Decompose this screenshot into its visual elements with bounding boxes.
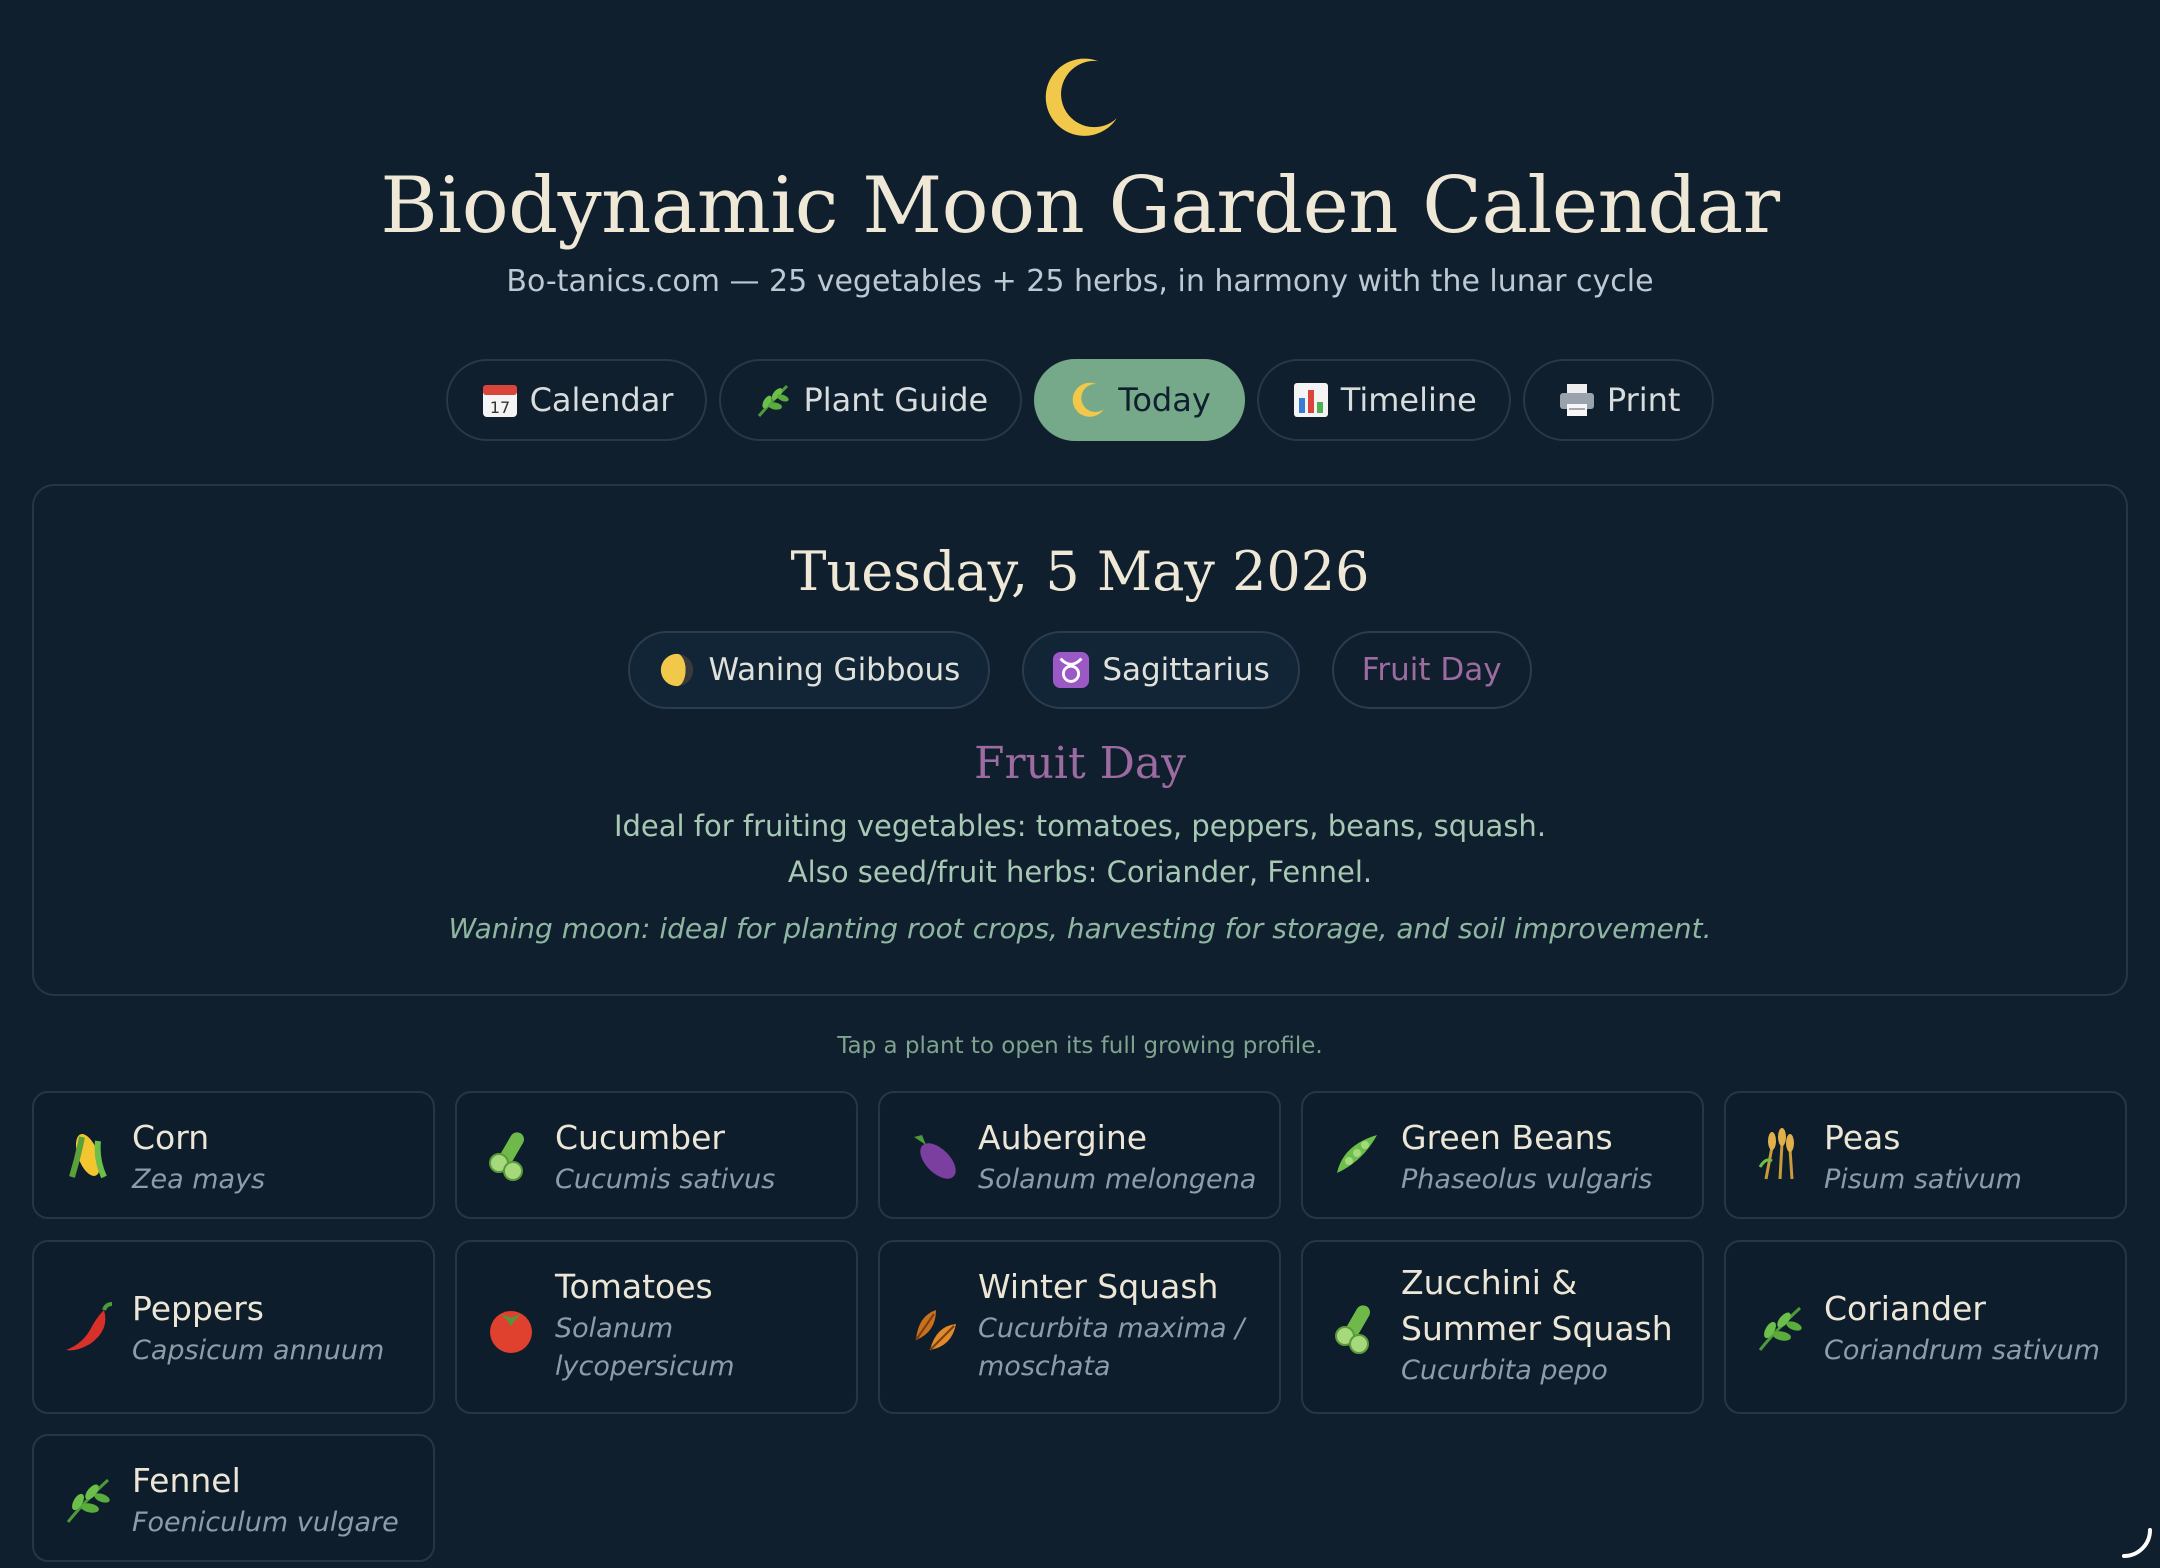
grain-sheaf-icon xyxy=(1752,1127,1808,1183)
plant-name: Aubergine xyxy=(978,1118,1148,1157)
bean-pod-icon xyxy=(1329,1127,1385,1183)
plant-card-peas[interactable]: Peas Pisum sativum xyxy=(1724,1091,2127,1219)
plant-name: Fennel xyxy=(132,1461,241,1500)
plant-latin-name: Cucurbita pepo xyxy=(1401,1355,1608,1386)
moon-phase-badge: Waning Gibbous xyxy=(628,631,991,709)
plant-card-corn[interactable]: Corn Zea mays xyxy=(32,1091,435,1219)
day-type-title: Fruit Day xyxy=(973,738,1186,789)
corn-icon xyxy=(60,1127,116,1183)
eggplant-icon xyxy=(906,1127,962,1183)
plant-latin-name: Coriandrum sativum xyxy=(1824,1335,2100,1366)
bar-chart-icon xyxy=(1291,380,1331,420)
plant-card-aubergine[interactable]: Aubergine Solanum melongena xyxy=(878,1091,1281,1219)
plant-name: Winter Squash xyxy=(978,1267,1219,1306)
plant-card-cucumber[interactable]: Cucumber Cucumis sativus xyxy=(455,1091,858,1219)
page-subtitle: Bo-tanics.com — 25 vegetables + 25 herbs… xyxy=(506,264,1654,299)
loading-spinner-icon xyxy=(2122,1528,2152,1558)
cucumber-icon xyxy=(1329,1300,1385,1356)
tab-print[interactable]: Print xyxy=(1522,359,1715,441)
tab-calendar-label: Calendar xyxy=(529,381,674,419)
cucumber-icon xyxy=(483,1127,539,1183)
herb-icon xyxy=(753,380,793,420)
plant-latin-name: Pisum sativum xyxy=(1824,1164,2022,1195)
zodiac-badge: Sagittarius xyxy=(1022,631,1300,709)
plant-name: Tomatoes xyxy=(555,1267,713,1306)
svg-text:17: 17 xyxy=(489,398,509,417)
day-description-line2: Also seed/fruit herbs: Coriander, Fennel… xyxy=(787,855,1373,889)
autumn-leaves-icon xyxy=(906,1300,962,1356)
plant-card-fennel[interactable]: Fennel Foeniculum vulgare xyxy=(32,1434,435,1562)
tap-hint: Tap a plant to open its full growing pro… xyxy=(837,1033,1323,1059)
main-nav: 17 Calendar Plant Guide Today Timeline P… xyxy=(0,359,2160,441)
moon-phase-label: Waning Gibbous xyxy=(708,652,961,688)
plant-latin-name: Cucumis sativus xyxy=(555,1164,776,1195)
plant-name: Peas xyxy=(1824,1118,1901,1157)
taurus-sign-icon xyxy=(1052,651,1090,689)
herb-icon xyxy=(1752,1300,1808,1356)
plant-card-peppers[interactable]: Peppers Capsicum annuum xyxy=(32,1240,435,1414)
tab-timeline[interactable]: Timeline xyxy=(1256,359,1511,441)
plant-name: Cucumber xyxy=(555,1118,725,1157)
tab-plant-guide[interactable]: Plant Guide xyxy=(719,359,1023,441)
plant-latin-name: Cucurbita maxima / moschata xyxy=(978,1313,1245,1382)
plant-name: Zucchini & Summer Squash xyxy=(1401,1263,1673,1348)
tab-print-label: Print xyxy=(1606,381,1681,419)
plant-card-tomatoes[interactable]: Tomatoes Solanum lycopersicum xyxy=(455,1240,858,1414)
page-title: Biodynamic Moon Garden Calendar xyxy=(380,161,1780,251)
plant-card-zucchini-summer-squash[interactable]: Zucchini & Summer Squash Cucurbita pepo xyxy=(1301,1240,1704,1414)
plant-name: Peppers xyxy=(132,1289,264,1328)
crescent-moon-icon xyxy=(1068,380,1108,420)
plant-name: Coriander xyxy=(1824,1289,1986,1328)
crescent-moon-icon xyxy=(1045,58,1117,136)
printer-icon xyxy=(1557,380,1597,420)
today-badges: Waning Gibbous Sagittarius Fruit Day xyxy=(34,631,2126,709)
plant-card-winter-squash[interactable]: Winter Squash Cucurbita maxima / moschat… xyxy=(878,1240,1281,1414)
moon-phase-note: Waning moon: ideal for planting root cro… xyxy=(448,912,1712,945)
plant-latin-name: Solanum melongena xyxy=(978,1164,1257,1195)
plant-name: Green Beans xyxy=(1401,1118,1613,1157)
waning-gibbous-icon xyxy=(658,651,696,689)
day-description-line1: Ideal for fruiting vegetables: tomatoes,… xyxy=(613,809,1547,843)
plant-latin-name: Capsicum annuum xyxy=(132,1335,385,1366)
plant-card-green-beans[interactable]: Green Beans Phaseolus vulgaris xyxy=(1301,1091,1704,1219)
tab-timeline-label: Timeline xyxy=(1340,381,1477,419)
zodiac-label: Sagittarius xyxy=(1102,652,1270,688)
chili-pepper-icon xyxy=(60,1300,116,1356)
plant-card-coriander[interactable]: Coriander Coriandrum sativum xyxy=(1724,1240,2127,1414)
herb-icon xyxy=(60,1472,116,1528)
tomato-icon xyxy=(483,1300,539,1356)
today-card: Tuesday, 5 May 2026 Waning Gibbous Sagit… xyxy=(32,484,2128,996)
tab-today-label: Today xyxy=(1118,381,1211,419)
plant-name: Corn xyxy=(132,1118,210,1157)
calendar-icon: 17 xyxy=(480,380,520,420)
tab-today[interactable]: Today xyxy=(1034,359,1245,441)
plant-latin-name: Solanum lycopersicum xyxy=(555,1313,735,1382)
tab-plant-guide-label: Plant Guide xyxy=(803,381,989,419)
plant-latin-name: Phaseolus vulgaris xyxy=(1401,1164,1653,1195)
plant-latin-name: Foeniculum vulgare xyxy=(132,1507,399,1538)
tab-calendar[interactable]: 17 Calendar xyxy=(445,359,708,441)
day-type-badge: Fruit Day xyxy=(1331,631,1532,709)
day-type-badge-label: Fruit Day xyxy=(1361,652,1502,688)
today-date: Tuesday, 5 May 2026 xyxy=(790,540,1370,603)
plant-latin-name: Zea mays xyxy=(132,1164,266,1195)
